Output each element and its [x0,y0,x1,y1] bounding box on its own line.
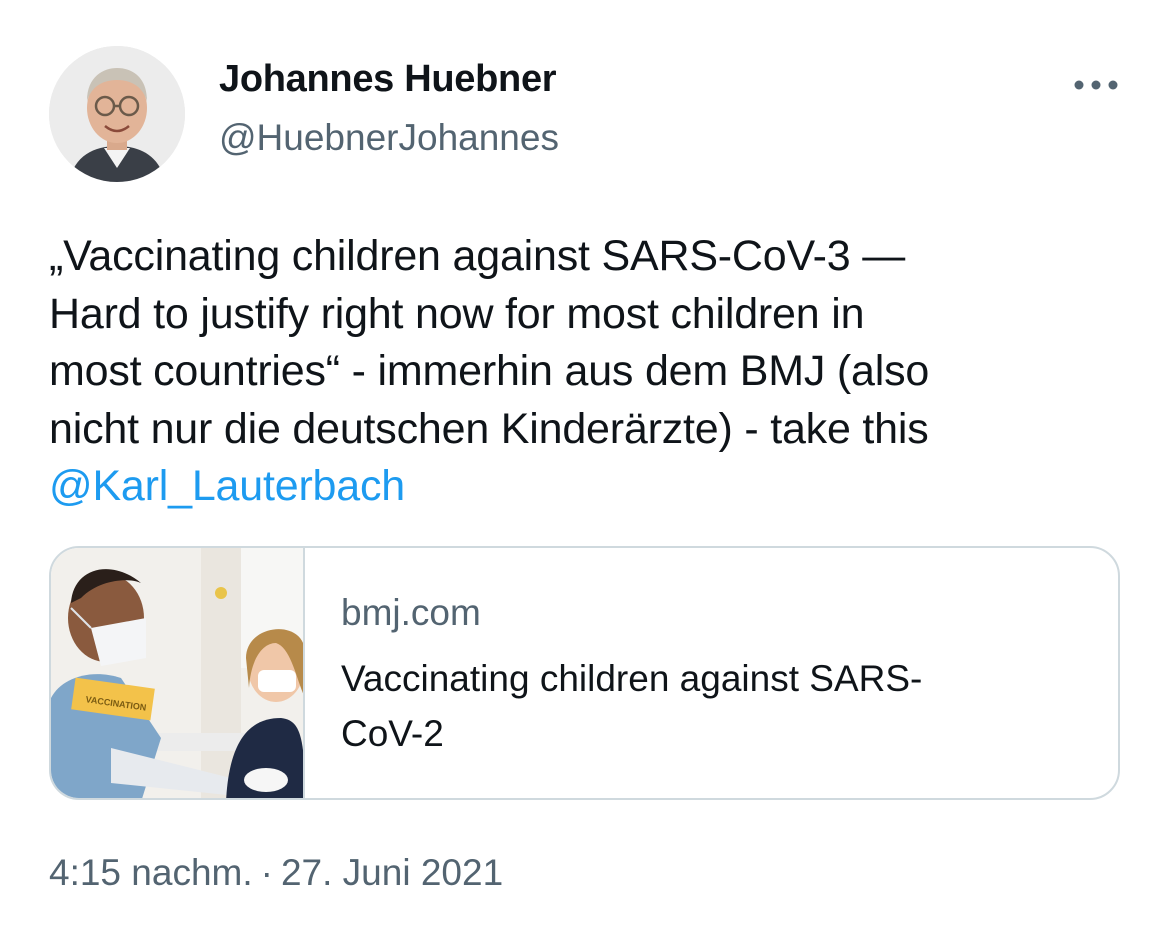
card-title-line: Vaccinating children against SARS- [341,658,923,699]
more-horizontal-icon [1074,80,1118,90]
mention-link[interactable]: @Karl_Lauterbach [49,462,405,510]
author-handle[interactable]: @HuebnerJohannes [219,117,559,159]
link-card[interactable]: VACCINATION bmj.com Vaccinating children… [49,546,1120,800]
more-options-button[interactable] [1068,70,1124,100]
tweet-text-line: most countries“ - immerhin aus dem BMJ (… [49,347,930,395]
card-title: Vaccinating children against SARS- CoV-2 [341,651,1061,761]
tweet-text-line: „Vaccinating children against SARS-CoV-3… [49,232,905,280]
author-avatar[interactable] [49,46,185,182]
tweet-timestamp[interactable]: 4:15 nachm. · 27. Juni 2021 [49,852,503,894]
tweet-text: „Vaccinating children against SARS-CoV-3… [49,228,1129,516]
timestamp-time: 4:15 nachm. [49,852,253,893]
timestamp-date: 27. Juni 2021 [280,852,504,893]
tweet-text-line: nicht nur die deutschen Kinderärzte) - t… [49,404,929,453]
card-title-line: CoV-2 [341,713,444,754]
tweet-text-line: Hard to justify right now for most child… [49,289,865,338]
vaccination-photo-icon: VACCINATION [51,548,303,798]
tweet: Johannes Huebner @HuebnerJohannes „Vacci… [0,0,1170,930]
user-avatar-icon [49,46,185,182]
timestamp-separator: · [260,852,273,893]
author-display-name[interactable]: Johannes Huebner [219,58,557,101]
card-image: VACCINATION [51,548,305,798]
card-domain: bmj.com [341,592,481,633]
